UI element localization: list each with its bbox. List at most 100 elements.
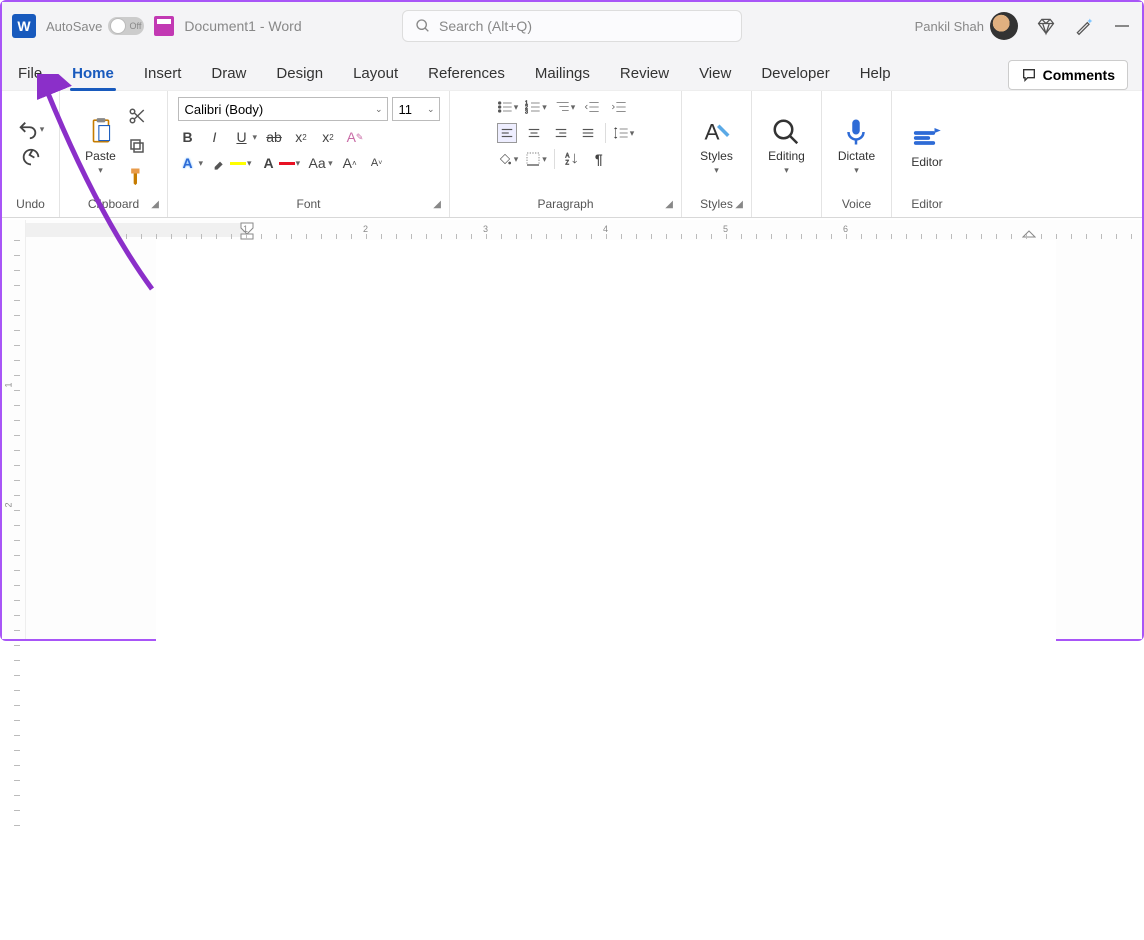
shrink-font-button[interactable]: A˅ [367, 153, 387, 173]
tab-view[interactable]: View [697, 57, 733, 90]
undo-icon [17, 119, 39, 141]
user-account[interactable]: Pankil Shah [915, 12, 1018, 40]
comment-icon [1021, 67, 1037, 83]
editor-button[interactable]: Editor [905, 121, 948, 171]
document-page[interactable] [156, 240, 1056, 940]
strikethrough-button[interactable]: ab [264, 127, 284, 147]
user-name: Pankil Shah [915, 19, 984, 34]
tab-file[interactable]: File [16, 57, 44, 90]
numbering-button[interactable]: 123▾ [525, 99, 547, 115]
align-right-button[interactable] [551, 123, 571, 143]
group-label-editor: Editor [900, 195, 954, 213]
group-label-styles: Styles [700, 197, 733, 211]
copy-button[interactable] [126, 135, 148, 157]
change-case-button[interactable]: Aa▾ [307, 153, 333, 173]
justify-button[interactable] [578, 123, 598, 143]
line-spacing-button[interactable]: ▾ [613, 125, 635, 141]
bullets-button[interactable]: ▾ [497, 99, 519, 115]
align-right-icon [554, 126, 568, 140]
clipboard-launcher-icon[interactable]: ◢ [151, 199, 159, 210]
font-launcher-icon[interactable]: ◢ [433, 199, 441, 210]
italic-button[interactable]: I [205, 127, 225, 147]
bold-button[interactable]: B [178, 127, 198, 147]
svg-text:A: A [565, 154, 569, 160]
undo-button[interactable]: ▾ [17, 119, 45, 141]
svg-text:3: 3 [525, 110, 528, 115]
styles-launcher-icon[interactable]: ◢ [735, 199, 743, 210]
tab-design[interactable]: Design [274, 57, 325, 90]
group-label-font: Font [296, 197, 320, 211]
group-clipboard: Paste ▾ Clipboard◢ [60, 91, 168, 217]
bullets-icon [497, 99, 513, 115]
word-logo-icon: W [12, 14, 36, 38]
search-placeholder: Search (Alt+Q) [439, 18, 532, 34]
styles-label: Styles [700, 149, 733, 163]
highlight-color-button[interactable]: ▾ [210, 153, 252, 173]
multilevel-icon [554, 99, 570, 115]
decrease-indent-button[interactable] [582, 97, 602, 117]
diamond-icon[interactable] [1036, 16, 1056, 36]
indent-icon [611, 99, 627, 115]
paste-button[interactable]: Paste ▾ [79, 115, 122, 178]
save-icon[interactable] [154, 16, 174, 36]
tab-insert[interactable]: Insert [142, 57, 184, 90]
align-left-button[interactable] [497, 123, 517, 143]
tab-developer[interactable]: Developer [759, 57, 831, 90]
tab-home[interactable]: Home [70, 57, 116, 90]
editing-button[interactable]: Editing ▾ [762, 115, 811, 178]
title-bar: W AutoSave Off Document1 - Word Search (… [2, 2, 1142, 50]
sort-button[interactable]: AZ [562, 149, 582, 169]
editor-icon [912, 123, 942, 153]
group-label-voice: Voice [830, 195, 883, 213]
autosave-toggle[interactable]: AutoSave Off [46, 17, 144, 35]
shading-button[interactable]: ▾ [497, 151, 519, 167]
format-painter-button[interactable] [126, 165, 148, 187]
scissors-icon [128, 107, 146, 125]
paragraph-launcher-icon[interactable]: ◢ [665, 199, 673, 210]
grow-font-button[interactable]: A˄ [340, 153, 360, 173]
styles-button[interactable]: A Styles ▾ [694, 115, 739, 178]
tab-mailings[interactable]: Mailings [533, 57, 592, 90]
editing-label: Editing [768, 149, 805, 163]
clear-formatting-button[interactable]: A✎ [345, 127, 365, 147]
tab-draw[interactable]: Draw [209, 57, 248, 90]
increase-indent-button[interactable] [609, 97, 629, 117]
pen-sparkle-icon[interactable] [1074, 16, 1094, 36]
align-left-icon [500, 126, 514, 140]
tab-review[interactable]: Review [618, 57, 671, 90]
right-indent-marker-icon[interactable] [1022, 230, 1036, 240]
minimize-icon[interactable] [1112, 16, 1132, 36]
font-name-select[interactable]: Calibri (Body)⌄ [178, 97, 388, 121]
cut-button[interactable] [126, 105, 148, 127]
text-effects-button[interactable]: A▾ [178, 153, 204, 173]
superscript-button[interactable]: x2 [318, 127, 338, 147]
microphone-icon [841, 117, 871, 147]
magnifier-icon [771, 117, 801, 147]
show-marks-button[interactable]: ¶ [589, 149, 609, 169]
vertical-ruler[interactable]: 12 [2, 220, 26, 639]
paste-label: Paste [85, 149, 116, 163]
tab-layout[interactable]: Layout [351, 57, 400, 90]
comments-button[interactable]: Comments [1008, 60, 1128, 90]
search-input[interactable]: Search (Alt+Q) [402, 10, 742, 42]
horizontal-ruler[interactable]: 123456 [26, 220, 1142, 240]
paint-bucket-icon [497, 151, 513, 167]
tab-help[interactable]: Help [858, 57, 893, 90]
justify-icon [581, 126, 595, 140]
font-size-select[interactable]: 11⌄ [392, 97, 440, 121]
align-center-button[interactable] [524, 123, 544, 143]
dictate-button[interactable]: Dictate ▾ [832, 115, 881, 178]
borders-button[interactable]: ▾ [525, 151, 547, 167]
underline-button[interactable]: U▾ [232, 127, 258, 147]
group-label-undo: Undo [10, 195, 51, 213]
toggle-icon[interactable]: Off [108, 17, 144, 35]
group-editing: Editing ▾ [752, 91, 822, 217]
tab-references[interactable]: References [426, 57, 507, 90]
group-undo: ▾ Undo [2, 91, 60, 217]
autosave-label: AutoSave [46, 19, 102, 34]
subscript-button[interactable]: x2 [291, 127, 311, 147]
redo-button[interactable] [20, 147, 42, 174]
font-color-button[interactable]: A▾ [259, 153, 301, 173]
dictate-label: Dictate [838, 149, 875, 163]
multilevel-list-button[interactable]: ▾ [554, 99, 576, 115]
